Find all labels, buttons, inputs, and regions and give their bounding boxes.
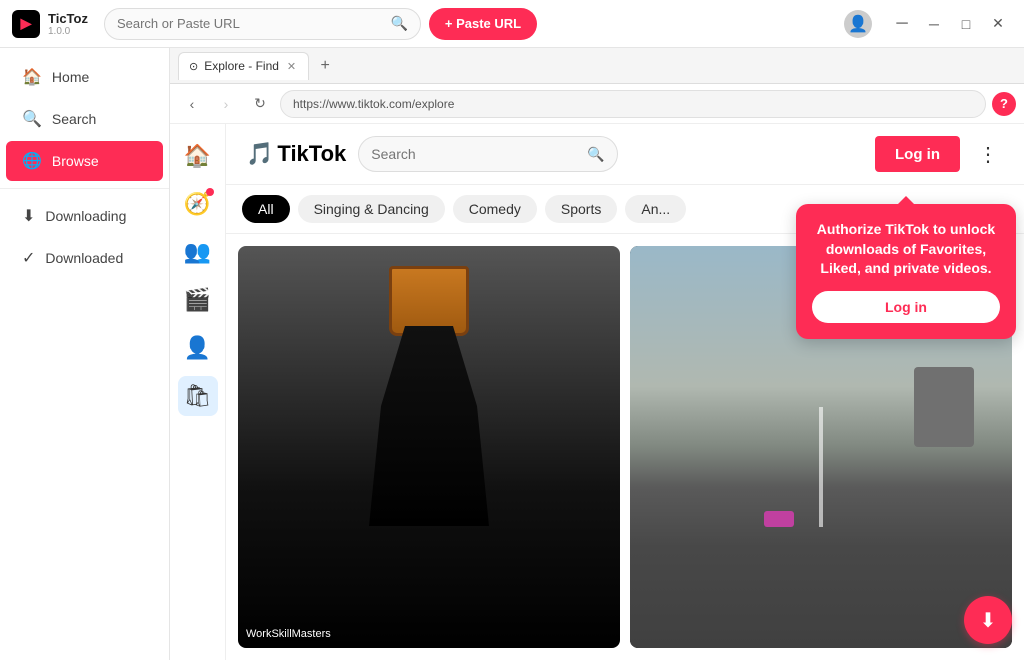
tiktok-header: 🎵 TikTok 🔍 Log in ⋮: [226, 124, 1024, 185]
sidebar-item-downloading[interactable]: ⬇ Downloading: [6, 196, 163, 236]
tiktok-logo: 🎵 TikTok: [246, 141, 346, 167]
sidebar-item-downloaded-label: Downloaded: [45, 250, 123, 266]
download-fab-button[interactable]: ⬇: [964, 596, 1012, 644]
help-button[interactable]: ?: [992, 92, 1016, 116]
liquid-graphic: [369, 326, 489, 526]
category-singing[interactable]: Singing & Dancing: [298, 195, 445, 223]
tiktok-logo-icon: 🎵: [246, 141, 273, 167]
tiktok-search-input[interactable]: [371, 146, 579, 162]
video-caption-1: WorkSkillMasters: [246, 628, 612, 640]
window-controls: ─ ─ □ ✕: [888, 10, 1012, 38]
tiktok-nav-live[interactable]: 🎬: [178, 280, 218, 320]
avatar[interactable]: 👤: [844, 10, 872, 38]
tiktok-search-icon: 🔍: [587, 146, 604, 163]
tiktok-page: 🏠 🧭 👥 🎬 👤 🛍 🎵 TikTok 🔍: [170, 124, 1024, 660]
tab-close-button[interactable]: ✕: [285, 59, 298, 74]
tab-favicon: ⊙: [189, 60, 198, 73]
tiktok-login-button[interactable]: Log in: [875, 136, 960, 172]
tiktok-search-box[interactable]: 🔍: [358, 136, 617, 172]
tiktok-logo-text: TikTok: [277, 141, 346, 167]
tab-label: Explore - Find: [204, 59, 279, 73]
nav-bar: ‹ › ↻ https://www.tiktok.com/explore ?: [170, 84, 1024, 124]
sidebar-item-search[interactable]: 🔍 Search: [6, 99, 163, 139]
sidebar-item-downloaded[interactable]: ✓ Downloaded: [6, 238, 163, 278]
sidebar-item-browse-label: Browse: [52, 153, 99, 169]
sidebar-item-browse[interactable]: 🌐 Browse: [6, 141, 163, 181]
car-graphic: [764, 511, 794, 527]
home-icon: 🏠: [22, 67, 42, 87]
sidebar-item-home[interactable]: 🏠 Home: [6, 57, 163, 97]
browser-area: ⊙ Explore - Find ✕ + ‹ › ↻ https://www.t…: [170, 48, 1024, 660]
sidebar-item-search-label: Search: [52, 111, 96, 127]
downloading-icon: ⬇: [22, 206, 35, 226]
category-sports[interactable]: Sports: [545, 195, 617, 223]
tiktok-nav-store[interactable]: 🛍: [178, 376, 218, 416]
sidebar-item-home-label: Home: [52, 69, 89, 85]
titlebar: ▶ TicToz 1.0.0 🔍 + Paste URL 👤 ─ ─ □ ✕: [0, 0, 1024, 48]
close-button[interactable]: ✕: [984, 10, 1012, 38]
app-name-block: TicToz 1.0.0: [48, 11, 88, 37]
search-icon: 🔍: [22, 109, 42, 129]
paste-url-button[interactable]: + Paste URL: [429, 8, 537, 40]
global-search-input[interactable]: [117, 16, 384, 31]
tiktok-sidenav: 🏠 🧭 👥 🎬 👤 🛍: [170, 124, 226, 660]
browser-tab[interactable]: ⊙ Explore - Find ✕: [178, 52, 309, 80]
url-bar[interactable]: https://www.tiktok.com/explore: [280, 90, 986, 118]
sidebar-divider: [0, 188, 169, 189]
sidebar-item-downloading-label: Downloading: [45, 208, 126, 224]
category-anime[interactable]: An...: [625, 195, 686, 223]
barrel-graphic: [389, 266, 469, 336]
category-comedy[interactable]: Comedy: [453, 195, 537, 223]
search-icon: 🔍: [390, 15, 407, 32]
road-lane-graphic: [819, 407, 823, 528]
category-all[interactable]: All: [242, 195, 290, 223]
downloaded-icon: ✓: [22, 248, 35, 268]
main-layout: 🏠 Home 🔍 Search 🌐 Browse ⬇ Downloading ✓…: [0, 48, 1024, 660]
download-icon: ⬇: [980, 608, 997, 633]
auth-popup: Authorize TikTok to unlock downloads of …: [796, 204, 1016, 339]
app-version: 1.0.0: [48, 26, 88, 37]
auth-popup-login-button[interactable]: Log in: [812, 291, 1000, 323]
app-logo-icon: ▶: [12, 10, 40, 38]
truck-graphic: [914, 367, 974, 447]
global-search-bar[interactable]: 🔍: [104, 8, 421, 40]
tiktok-nav-home[interactable]: 🏠: [178, 136, 218, 176]
back-button[interactable]: ‹: [178, 90, 206, 118]
auth-popup-text: Authorize TikTok to unlock downloads of …: [812, 220, 1000, 279]
forward-button[interactable]: ›: [212, 90, 240, 118]
tab-bar: ⊙ Explore - Find ✕ +: [170, 48, 1024, 84]
url-text: https://www.tiktok.com/explore: [293, 97, 454, 111]
tiktok-nav-profile[interactable]: 👤: [178, 328, 218, 368]
new-tab-button[interactable]: +: [313, 54, 337, 78]
maximize-button[interactable]: □: [952, 10, 980, 38]
avatar-icon: 👤: [848, 14, 868, 34]
browse-icon: 🌐: [22, 151, 42, 171]
hamburger-button[interactable]: ─: [888, 10, 916, 38]
app-name: TicToz: [48, 11, 88, 26]
sidebar: 🏠 Home 🔍 Search 🌐 Browse ⬇ Downloading ✓…: [0, 48, 170, 660]
video-thumb-1[interactable]: WorkSkillMasters: [238, 246, 620, 648]
tiktok-more-button[interactable]: ⋮: [972, 138, 1004, 170]
refresh-button[interactable]: ↻: [246, 90, 274, 118]
tiktok-nav-following[interactable]: 👥: [178, 232, 218, 272]
minimize-button[interactable]: ─: [920, 10, 948, 38]
tiktok-nav-explore[interactable]: 🧭: [178, 184, 218, 224]
